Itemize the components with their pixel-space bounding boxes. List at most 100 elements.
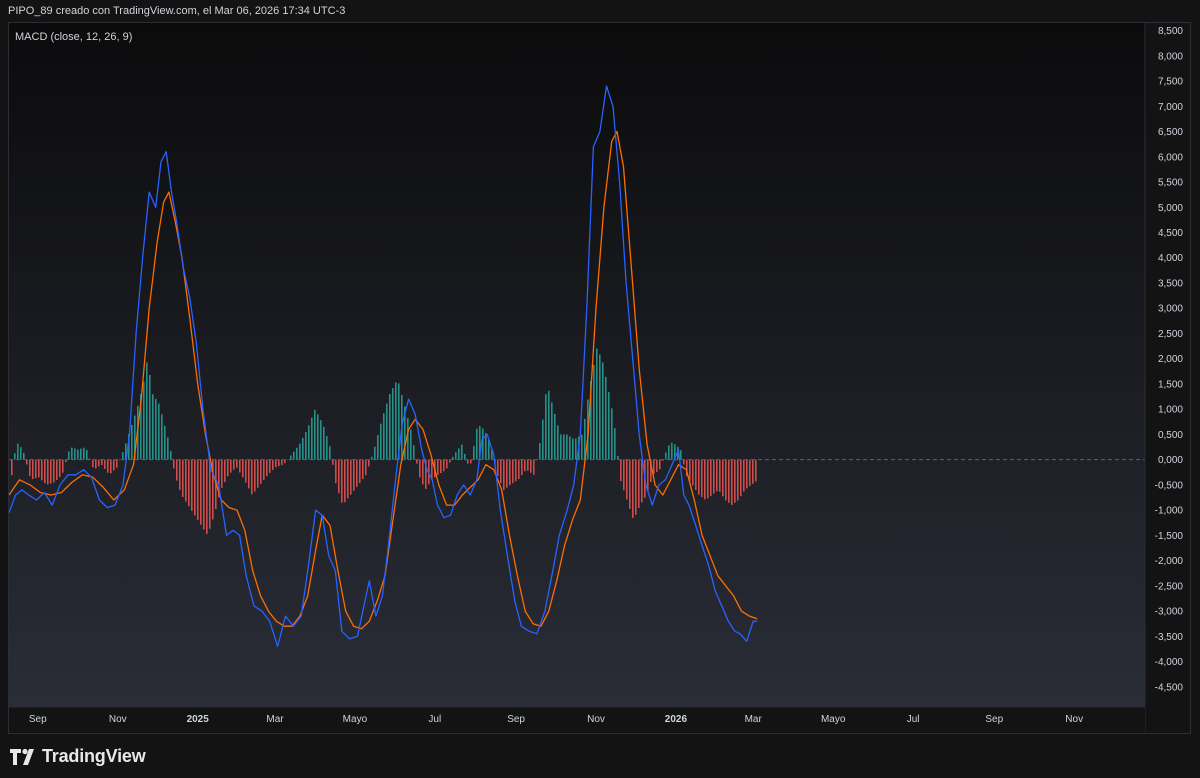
histogram-bar — [383, 413, 385, 460]
histogram-bar — [635, 459, 637, 515]
histogram-bar — [86, 449, 88, 460]
histogram-bar — [161, 414, 163, 460]
histogram-bar — [722, 459, 724, 497]
histogram-bar — [419, 459, 421, 478]
histogram-bar — [341, 459, 343, 503]
histogram-bar — [389, 394, 391, 460]
histogram-bar — [386, 403, 388, 460]
histogram-bar — [746, 459, 748, 489]
histogram-bar — [305, 432, 307, 460]
histogram-bar — [356, 459, 358, 487]
histogram-bar — [641, 459, 643, 503]
histogram-bar — [503, 459, 505, 490]
histogram-bar — [197, 459, 199, 521]
y-tick-label: -2,000 — [1155, 556, 1184, 567]
tradingview-logo-icon — [10, 748, 34, 765]
histogram-bar — [374, 446, 376, 460]
histogram-bar — [179, 459, 181, 490]
y-tick-label: 6,000 — [1158, 152, 1183, 163]
histogram-bar — [437, 459, 439, 476]
histogram-bar — [731, 459, 733, 505]
histogram-bar — [101, 459, 103, 465]
histogram-bar — [182, 459, 184, 497]
histogram-bar — [542, 419, 544, 460]
histogram-bar — [26, 459, 28, 465]
histogram-bar — [485, 433, 487, 460]
x-tick-label: Jul — [428, 714, 441, 725]
brand-name: TradingView — [42, 745, 146, 766]
histogram-bar — [335, 459, 337, 484]
histogram-bar — [629, 459, 631, 509]
histogram-bar — [35, 459, 37, 479]
histogram-bar — [326, 436, 328, 460]
histogram-bar — [533, 459, 535, 475]
x-tick-label: Jul — [907, 714, 920, 725]
histogram-bar — [173, 459, 175, 469]
histogram-bar — [260, 459, 262, 484]
histogram-bar — [17, 443, 19, 460]
x-tick-label: Mar — [266, 714, 284, 725]
histogram-bar — [482, 428, 484, 460]
histogram-bar — [734, 459, 736, 503]
histogram-bar — [458, 448, 460, 460]
histogram-bar — [623, 459, 625, 491]
histogram-bar — [506, 459, 508, 488]
histogram-bar — [713, 459, 715, 494]
histogram-bar — [455, 452, 457, 460]
histogram-bar — [551, 402, 553, 460]
histogram-bar — [158, 403, 160, 460]
histogram-bar — [599, 354, 601, 460]
histogram-bar — [473, 446, 475, 460]
histogram-bar — [413, 445, 415, 460]
histogram-bar — [692, 459, 694, 486]
histogram-bar — [293, 451, 295, 460]
histogram-bar — [329, 446, 331, 460]
histogram-bar — [671, 442, 673, 460]
histogram-bar — [116, 459, 118, 468]
time-scale[interactable] — [9, 707, 1145, 734]
histogram-bar — [95, 459, 97, 469]
histogram-bar — [521, 459, 523, 476]
histogram-bar — [83, 447, 85, 460]
histogram-bar — [548, 390, 550, 460]
histogram-bar — [248, 459, 250, 489]
y-tick-label: -3,500 — [1155, 632, 1184, 643]
x-tick-label: Nov — [587, 714, 605, 725]
histogram-bar — [32, 459, 34, 480]
histogram-bar — [407, 418, 409, 460]
histogram-bar — [29, 459, 31, 477]
histogram-bar — [317, 414, 319, 460]
histogram-bar — [266, 459, 268, 477]
brand-logo[interactable]: TradingView — [10, 744, 146, 768]
chart-caption: PIPO_89 creado con TradingView.com, el M… — [8, 5, 346, 17]
histogram-bar — [752, 459, 754, 484]
histogram-bar — [638, 459, 640, 508]
histogram-bar — [632, 459, 634, 519]
macd-chart[interactable]: 8,500 8,000 7,500 7,000 6,500 6,000 5,500 5,000… — [9, 23, 1191, 734]
histogram-bar — [23, 453, 25, 460]
histogram-bar — [332, 459, 334, 465]
histogram-bar — [251, 459, 253, 495]
indicator-label[interactable]: MACD (close, 12, 26, 9) — [15, 31, 132, 43]
histogram-bar — [344, 459, 346, 503]
histogram-bar — [524, 459, 526, 472]
x-tick-label: Mar — [745, 714, 763, 725]
x-tick-label: Sep — [507, 714, 525, 725]
y-tick-label: 1,000 — [1158, 405, 1183, 416]
y-tick-label: -3,000 — [1155, 607, 1184, 618]
histogram-bar — [689, 459, 691, 481]
histogram-bar — [665, 452, 667, 460]
histogram-bar — [272, 459, 274, 470]
histogram-bar — [275, 459, 277, 468]
chart-pane[interactable]: 8,500 8,000 7,500 7,000 6,500 6,000 5,500 5,000… — [8, 22, 1191, 734]
histogram-bar — [572, 438, 574, 460]
histogram-bar — [188, 459, 190, 507]
histogram-bar — [368, 459, 370, 467]
histogram-bar — [443, 459, 445, 472]
histogram-bar — [263, 459, 265, 480]
histogram-bar — [194, 459, 196, 516]
histogram-bar — [497, 459, 499, 477]
histogram-bar — [707, 459, 709, 499]
histogram-bar — [719, 459, 721, 492]
histogram-bar — [155, 398, 157, 460]
